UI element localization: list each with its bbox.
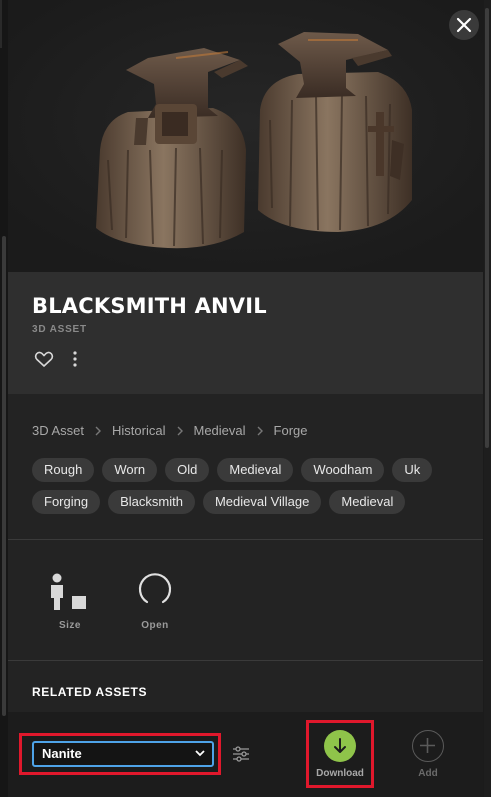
filters-button[interactable]: [232, 746, 250, 762]
tag-chip[interactable]: Rough: [32, 458, 95, 482]
chevron-right-icon: [177, 426, 183, 435]
left-edge-strip: [0, 0, 8, 797]
left-scrollbar[interactable]: [2, 236, 6, 716]
loading-spinner-icon: [138, 573, 172, 604]
sliders-icon: [233, 746, 249, 762]
anvil-render: [8, 0, 483, 272]
footer-toolbar: Nanite Download Add: [8, 712, 483, 797]
quality-select[interactable]: Nanite: [32, 741, 214, 767]
section-divider: [8, 539, 483, 540]
chevron-right-icon: [257, 426, 263, 435]
breadcrumb-item[interactable]: Medieval: [194, 423, 246, 438]
tag-list: Rough Worn Old Medieval Woodham Uk Forgi…: [32, 458, 452, 514]
tag-chip[interactable]: Forging: [32, 490, 101, 514]
download-circle: [324, 730, 356, 762]
breadcrumb-item[interactable]: Historical: [112, 423, 165, 438]
tag-chip[interactable]: Medieval: [217, 458, 294, 482]
add-circle: [412, 730, 444, 762]
add-button[interactable]: Add: [408, 730, 448, 782]
breadcrumb: 3D Asset Historical Medieval Forge: [32, 423, 308, 438]
breadcrumb-item[interactable]: Forge: [274, 423, 308, 438]
tag-chip[interactable]: Blacksmith: [108, 490, 195, 514]
plus-icon: [420, 738, 435, 753]
section-divider: [8, 660, 483, 661]
download-button[interactable]: Download: [311, 730, 369, 782]
arrow-down-icon: [334, 738, 346, 753]
close-button[interactable]: [449, 10, 479, 40]
size-comparison-icon: [51, 573, 86, 610]
asset-header: BLACKSMITH ANVIL 3D ASSET: [8, 272, 483, 394]
chevron-down-icon: [195, 750, 205, 757]
tag-chip[interactable]: Medieval Village: [202, 490, 322, 514]
right-scrollbar[interactable]: [484, 0, 491, 797]
tag-chip[interactable]: Worn: [102, 458, 158, 482]
download-label: Download: [316, 768, 364, 779]
size-button[interactable]: Size: [40, 572, 100, 636]
asset-title: BLACKSMITH ANVIL: [32, 294, 267, 318]
close-icon: [456, 17, 472, 33]
size-label: Size: [58, 620, 81, 631]
scrollbar-thumb[interactable]: [485, 8, 489, 448]
heart-icon: [34, 351, 54, 367]
breadcrumb-item[interactable]: 3D Asset: [32, 423, 84, 438]
quality-select-value: Nanite: [42, 746, 82, 761]
more-vertical-icon: [73, 351, 77, 367]
add-label: Add: [418, 768, 438, 779]
more-options-button[interactable]: [70, 350, 80, 368]
related-assets-heading: RELATED ASSETS: [32, 685, 148, 699]
tag-chip[interactable]: Medieval: [329, 490, 406, 514]
tag-chip[interactable]: Woodham: [301, 458, 385, 482]
open-label: Open: [141, 620, 169, 631]
open-button[interactable]: Open: [125, 572, 185, 636]
asset-detail-panel: BLACKSMITH ANVIL 3D ASSET 3D Asset Histo…: [8, 0, 483, 797]
asset-type-label: 3D ASSET: [32, 324, 87, 335]
asset-preview-image: [8, 0, 483, 272]
chevron-right-icon: [95, 426, 102, 435]
tag-chip[interactable]: Old: [165, 458, 210, 482]
tag-chip[interactable]: Uk: [392, 458, 433, 482]
favorite-button[interactable]: [34, 350, 54, 368]
left-edge-mark: [0, 0, 2, 48]
